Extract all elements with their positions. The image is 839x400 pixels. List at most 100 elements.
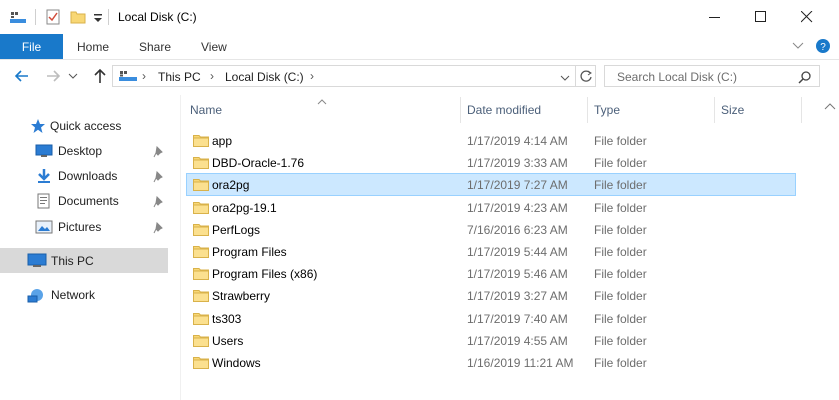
downloads-icon	[38, 169, 50, 183]
back-button[interactable]	[11, 66, 33, 86]
nav-label: Pictures	[58, 220, 102, 234]
tab-share[interactable]: Share	[139, 34, 171, 59]
tab-home[interactable]: Home	[77, 34, 109, 59]
pin-icon	[153, 146, 163, 158]
pin-icon	[153, 196, 163, 208]
breadcrumb-local-disk[interactable]: Local Disk (C:)	[225, 70, 304, 84]
folder-icon	[193, 246, 209, 258]
file-date-modified: 1/17/2019 7:40 AM	[467, 312, 568, 326]
up-button[interactable]	[89, 66, 111, 86]
minimize-button[interactable]	[692, 0, 738, 34]
column-separator[interactable]	[801, 97, 802, 123]
search-icon[interactable]	[798, 70, 812, 87]
desktop-icon	[35, 144, 53, 157]
column-separator[interactable]	[714, 97, 715, 123]
file-name: Program Files (x86)	[212, 267, 318, 281]
customize-qat-icon[interactable]	[92, 9, 104, 25]
file-row[interactable]: Users 1/17/2019 4:55 AM File folder	[187, 330, 795, 351]
breadcrumb-this-pc[interactable]: This PC	[158, 70, 201, 84]
file-type: File folder	[594, 356, 647, 370]
column-header-name[interactable]: Name	[190, 97, 460, 123]
forward-button[interactable]	[42, 66, 64, 86]
minimize-icon	[709, 17, 720, 18]
column-header-size[interactable]: Size	[721, 97, 801, 123]
file-type: File folder	[594, 178, 647, 192]
computer-icon	[27, 253, 47, 267]
file-name: Windows	[212, 356, 261, 370]
up-arrow-icon	[94, 68, 106, 83]
help-icon: ?	[816, 39, 830, 53]
file-type: File folder	[594, 134, 647, 148]
file-date-modified: 1/16/2019 11:21 AM	[467, 356, 574, 370]
close-button[interactable]	[784, 0, 830, 34]
file-date-modified: 1/17/2019 3:33 AM	[467, 156, 568, 170]
file-row[interactable]: Windows 1/16/2019 11:21 AM File folder	[187, 352, 795, 373]
scroll-up-arrow-icon	[824, 103, 836, 110]
refresh-icon	[580, 70, 592, 82]
nav-item-downloads[interactable]: Downloads	[35, 165, 170, 187]
file-date-modified: 1/17/2019 5:44 AM	[467, 245, 568, 259]
address-history-button[interactable]	[560, 72, 570, 86]
file-row[interactable]: app 1/17/2019 4:14 AM File folder	[187, 130, 795, 151]
file-name: Users	[212, 334, 244, 348]
file-row[interactable]: Program Files (x86) 1/17/2019 5:46 AM File…	[187, 263, 795, 284]
explorer-app-icon[interactable]	[9, 9, 27, 25]
nav-label: Documents	[58, 194, 119, 208]
chevron-right-icon[interactable]: ›	[310, 69, 314, 83]
nav-label: This PC	[51, 254, 94, 268]
nav-item-pictures[interactable]: Pictures	[35, 216, 170, 238]
file-name: ora2pg-19.1	[212, 201, 277, 215]
title-separator	[35, 9, 36, 25]
maximize-button[interactable]	[738, 0, 784, 34]
folder-icon	[193, 290, 209, 302]
file-type: File folder	[594, 245, 647, 259]
back-arrow-icon	[14, 70, 28, 82]
file-name: app	[212, 134, 233, 148]
file-type: File folder	[594, 289, 647, 303]
tab-view[interactable]: View	[201, 34, 227, 59]
file-row[interactable]: PerfLogs 7/16/2016 6:23 AM File folder	[187, 219, 795, 240]
expand-ribbon-button[interactable]	[792, 40, 804, 52]
file-row[interactable]: Program Files 1/17/2019 5:44 AM File folde…	[187, 241, 795, 262]
nav-item-documents[interactable]: Documents	[35, 190, 170, 212]
help-button[interactable]: ?	[815, 38, 831, 54]
search-box[interactable]: Search Local Disk (C:)	[604, 65, 820, 87]
file-row[interactable]: ts303 1/17/2019 7:40 AM File folder	[187, 308, 795, 329]
file-date-modified: 1/17/2019 7:27 AM	[467, 178, 568, 192]
file-row[interactable]: ora2pg 1/17/2019 7:27 AM File folder	[186, 173, 796, 196]
address-bar[interactable]: › This PC › Local Disk (C:) ›	[112, 65, 596, 87]
nav-network[interactable]: Network	[27, 284, 167, 306]
column-separator[interactable]	[587, 97, 588, 123]
folder-icon	[193, 335, 209, 347]
file-row[interactable]: Strawberry 1/17/2019 3:27 AM File folder	[187, 285, 795, 306]
new-folder-icon[interactable]	[70, 9, 86, 25]
folder-icon	[193, 157, 209, 169]
file-date-modified: 1/17/2019 4:55 AM	[467, 334, 568, 348]
nav-this-pc[interactable]: This PC	[27, 250, 167, 272]
file-row[interactable]: ora2pg-19.1 1/17/2019 4:23 AM File folder	[187, 197, 795, 218]
file-date-modified: 1/17/2019 4:14 AM	[467, 134, 568, 148]
file-name: PerfLogs	[212, 223, 261, 237]
file-type: File folder	[594, 312, 647, 326]
nav-quick-access[interactable]: Quick access	[30, 115, 170, 137]
column-header-type[interactable]: Type	[594, 97, 714, 123]
file-name: ora2pg	[212, 178, 250, 192]
file-row[interactable]: DBD-Oracle-1.76 1/17/2019 3:33 AM File fol…	[187, 152, 795, 173]
folder-icon	[193, 268, 209, 280]
chevron-right-icon[interactable]: ›	[210, 69, 214, 83]
refresh-button[interactable]	[575, 65, 596, 87]
column-separator[interactable]	[460, 97, 461, 123]
column-header-date-modified[interactable]: Date modified	[467, 97, 587, 123]
properties-icon[interactable]	[45, 9, 61, 25]
chevron-right-icon[interactable]: ›	[142, 69, 146, 83]
vertical-scrollbar[interactable]	[822, 97, 839, 400]
recent-locations-button[interactable]	[66, 66, 80, 86]
tab-file[interactable]: File	[0, 34, 63, 59]
ribbon-divider	[0, 59, 839, 60]
svg-text:?: ?	[820, 42, 826, 53]
nav-item-desktop[interactable]: Desktop	[35, 140, 170, 162]
file-name: DBD-Oracle-1.76	[212, 156, 305, 170]
documents-icon	[37, 193, 50, 209]
nav-label: Quick access	[50, 119, 122, 133]
pictures-icon	[35, 220, 53, 234]
